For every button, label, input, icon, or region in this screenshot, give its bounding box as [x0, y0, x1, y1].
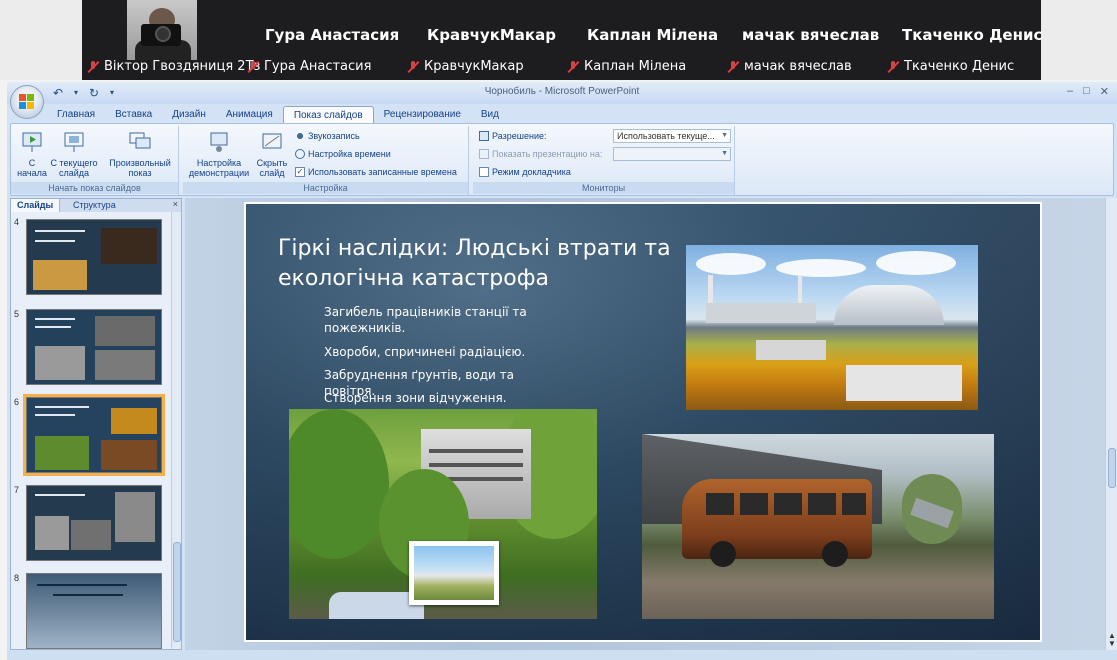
projector-play-icon	[20, 130, 44, 154]
participant-tile-name: Гура Анастасия	[265, 26, 400, 44]
show-on-select[interactable]: ▼	[613, 147, 731, 161]
slide-number: 4	[14, 217, 20, 227]
monitor-icon	[479, 131, 489, 141]
slide-number: 5	[14, 309, 20, 319]
slide-title[interactable]: Гіркі наслідки: Людські втрати та еколог…	[278, 234, 698, 294]
chevron-down-icon: ▼	[721, 132, 728, 139]
bullet-item[interactable]: Хвороби, спричинені радіацією.	[324, 344, 554, 360]
group-label: Мониторы	[473, 182, 734, 194]
clock-icon	[295, 149, 305, 159]
muted-participant: Ткаченко Денис	[886, 59, 1014, 74]
close-panel-icon[interactable]: ×	[173, 199, 178, 209]
vertical-scrollbar[interactable]: ▲ ▼	[1105, 198, 1117, 650]
from-start-button[interactable]: С начала	[15, 130, 49, 178]
setup-slideshow-button[interactable]: Настройка демонстрации	[187, 130, 251, 178]
status-bar	[7, 650, 1117, 660]
slide-thumbnail[interactable]	[26, 573, 162, 649]
group-label: Начать показ слайдов	[11, 182, 178, 194]
page-nav-arrows-icon[interactable]: ▲ ▼	[1107, 632, 1117, 648]
tab-insert[interactable]: Вставка	[105, 106, 162, 124]
panel-scrollbar[interactable]	[171, 212, 181, 649]
presenter-view-checkbox[interactable]: Режим докладчика	[479, 167, 571, 177]
projector-screen-icon	[62, 130, 86, 154]
muted-participant: Гура Анастасия	[246, 59, 371, 74]
resolution-label: Разрешение:	[479, 131, 546, 141]
mic-muted-icon	[886, 60, 900, 74]
group-setup: Настройка демонстрации Скрыть слайд Звук…	[183, 126, 469, 195]
mic-muted-icon	[86, 60, 100, 74]
muted-participant: мачак вячеслав	[726, 59, 852, 74]
maximize-icon[interactable]: □	[1083, 85, 1090, 98]
minimize-icon[interactable]: –	[1067, 85, 1073, 98]
participant-tile-name: Каплан Мілена	[587, 26, 719, 44]
rehearse-timings-button[interactable]: Настройка времени	[295, 149, 391, 159]
record-narration-button[interactable]: Звукозапись	[295, 131, 360, 141]
scroll-thumb[interactable]	[173, 542, 181, 642]
group-monitors: Разрешение: Использовать текуще... ▼ Пока…	[473, 126, 735, 195]
resolution-select[interactable]: Использовать текуще... ▼	[613, 129, 731, 143]
muted-participant: Каплан Мілена	[566, 59, 686, 74]
checkbox-icon	[479, 167, 489, 177]
powerpoint-window: ↶ ▾ ↻ ▾ Чорнобиль - Microsoft PowerPoint…	[7, 82, 1117, 660]
window-controls: – □ ✕	[1067, 85, 1109, 98]
custom-show-icon	[128, 130, 152, 154]
tab-view[interactable]: Вид	[471, 106, 509, 124]
photo-abandoned-bus[interactable]	[642, 434, 994, 619]
chevron-down-icon: ▼	[721, 150, 728, 157]
slide-thumbnail-selected[interactable]	[23, 394, 165, 476]
setup-slideshow-icon	[207, 130, 231, 154]
group-start-slideshow: С начала С текущего слайда Произвольный …	[11, 126, 179, 195]
slide-number: 6	[14, 397, 20, 407]
video-conference-strip: Гура Анастасия КравчукМакар Каплан Мілен…	[0, 0, 1117, 80]
mic-muted-icon	[726, 60, 740, 74]
scroll-thumb[interactable]	[1108, 448, 1116, 488]
tab-review[interactable]: Рецензирование	[374, 106, 471, 124]
show-on-label: Показать презентацию на:	[479, 149, 602, 159]
monitor-icon	[479, 149, 489, 159]
tab-slide-show[interactable]: Показ слайдов	[282, 106, 374, 124]
slide-thumbnail[interactable]	[26, 309, 162, 385]
mic-muted-icon	[246, 60, 260, 74]
photo-sarcophagus[interactable]	[686, 245, 978, 410]
participant-tile-name: мачак вячеслав	[742, 26, 880, 44]
tab-home[interactable]: Главная	[47, 106, 105, 124]
title-bar: ↶ ▾ ↻ ▾ Чорнобиль - Microsoft PowerPoint…	[7, 82, 1117, 104]
slide-thumbnail[interactable]	[26, 219, 162, 295]
participant-tile-name: КравчукМакар	[427, 26, 556, 44]
muted-participant: Віктор Гвоздяниця 2Тз	[86, 59, 260, 74]
custom-show-button[interactable]: Произвольный показ	[105, 130, 175, 178]
from-current-slide-button[interactable]: С текущего слайда	[49, 130, 99, 178]
office-button[interactable]	[10, 85, 44, 119]
close-icon[interactable]: ✕	[1100, 85, 1109, 98]
ribbon: С начала С текущего слайда Произвольный …	[10, 123, 1114, 196]
slide-thumbnail[interactable]	[26, 485, 162, 561]
slide-number: 8	[14, 573, 20, 583]
window-title: Чорнобиль - Microsoft PowerPoint	[484, 86, 640, 97]
group-label: Настройка	[183, 182, 468, 194]
participant-video-thumbnail[interactable]	[127, 0, 197, 60]
tab-animation[interactable]: Анимация	[216, 106, 283, 124]
slide-editing-area[interactable]: Гіркі наслідки: Людські втрати та еколог…	[185, 198, 1105, 650]
muted-participant: КравчукМакар	[406, 59, 524, 74]
mic-muted-icon	[406, 60, 420, 74]
photo-pripyat[interactable]	[289, 409, 597, 619]
office-logo-icon	[19, 94, 35, 110]
tab-outline[interactable]: Структура	[67, 199, 122, 212]
hide-slide-icon	[260, 130, 284, 154]
slide-number: 7	[14, 485, 20, 495]
slides-panel: Слайды Структура × 4 5 6 7 8	[10, 198, 182, 650]
microphone-icon	[295, 131, 305, 141]
tab-slides[interactable]: Слайды	[11, 199, 61, 212]
tab-design[interactable]: Дизайн	[162, 106, 216, 124]
use-timings-checkbox[interactable]: ✓ Использовать записанные времена	[295, 167, 457, 177]
hide-slide-button[interactable]: Скрыть слайд	[253, 130, 291, 178]
mic-muted-icon	[566, 60, 580, 74]
ribbon-tabs: Главная Вставка Дизайн Анимация Показ сл…	[47, 104, 509, 124]
participant-tile-name: Ткаченко Денис	[902, 26, 1043, 44]
checkbox-checked-icon: ✓	[295, 167, 305, 177]
panel-tabs: Слайды Структура ×	[11, 199, 181, 212]
bullet-item[interactable]: Загибель працівників станції та пожежник…	[324, 304, 554, 336]
slide[interactable]: Гіркі наслідки: Людські втрати та еколог…	[244, 202, 1042, 642]
bullet-item[interactable]: Створення зони відчуження.	[324, 390, 554, 406]
